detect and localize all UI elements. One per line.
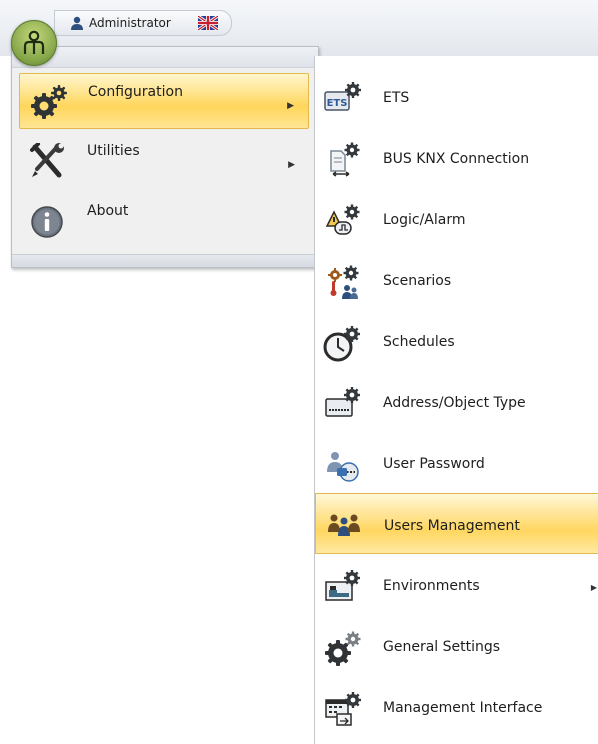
gears-icon <box>31 85 67 119</box>
submenu-item-bus-knx-connection[interactable]: BUS KNX Connection <box>315 127 598 188</box>
scenarios-icon <box>328 265 359 299</box>
main-menu-header <box>12 47 318 68</box>
menu-item-about[interactable]: About <box>19 193 309 249</box>
user-name: Administrator <box>89 16 171 30</box>
submenu-item-label: Schedules <box>383 334 455 350</box>
info-icon <box>31 206 63 238</box>
submenu-item-address-object-type[interactable]: Address/Object Type <box>315 371 598 432</box>
menu-item-configuration[interactable]: Configuration ▶ <box>19 73 309 129</box>
menu-item-label: Utilities <box>87 143 140 159</box>
submenu-item-label: BUS KNX Connection <box>383 151 530 167</box>
menu-item-label: Configuration <box>88 84 183 100</box>
submenu-item-label: General Settings <box>383 639 501 655</box>
submenu-arrow-icon: ▶ <box>288 160 295 170</box>
ets-icon: ETS <box>324 82 361 111</box>
management-interface-icon <box>325 692 361 726</box>
submenu-item-label: ETS <box>383 90 410 106</box>
address-object-icon <box>325 387 360 417</box>
user-icon <box>71 16 83 30</box>
submenu-item-label: User Password <box>383 456 485 472</box>
submenu-item-label: Scenarios <box>383 273 452 289</box>
tools-icon <box>30 143 64 178</box>
submenu-item-users-management[interactable]: Users Management <box>315 493 598 554</box>
submenu-item-scenarios[interactable]: Scenarios <box>315 249 598 310</box>
user-info[interactable]: Administrator <box>54 10 232 36</box>
submenu-arrow-icon: ▶ <box>590 583 597 592</box>
app-menu-button[interactable] <box>11 20 57 66</box>
schedules-icon <box>323 326 360 362</box>
submenu-item-management-interface[interactable]: Management Interface <box>315 676 598 737</box>
submenu-item-logic-alarm[interactable]: Logic/Alarm <box>315 188 598 249</box>
general-settings-icon <box>325 631 361 666</box>
submenu-item-general-settings[interactable]: General Settings <box>315 615 598 676</box>
logic-alarm-icon <box>325 204 360 235</box>
submenu-item-label: Management Interface <box>383 700 543 716</box>
submenu-item-ets[interactable]: ETS ETS <box>315 66 598 127</box>
menu-item-label: About <box>87 203 129 219</box>
users-management-icon <box>328 514 360 536</box>
submenu-item-label: Logic/Alarm <box>383 212 466 228</box>
menu-item-utilities[interactable]: Utilities ▶ <box>19 133 309 189</box>
main-menu-footer <box>12 254 318 267</box>
submenu-item-schedules[interactable]: Schedules <box>315 310 598 371</box>
main-menu: Configuration ▶ Utilities ▶ About <box>11 46 319 268</box>
submenu-item-label: Address/Object Type <box>383 395 526 411</box>
environments-icon <box>325 570 360 601</box>
user-password-icon <box>327 452 359 482</box>
submenu-item-environments[interactable]: Environments ▶ <box>315 554 598 615</box>
submenu-item-label: Environments <box>383 578 480 594</box>
configuration-submenu: ETS ETS BUS KNX Connection Logic/Alarm S… <box>314 56 598 744</box>
submenu-arrow-icon: ▶ <box>287 101 294 111</box>
submenu-item-user-password[interactable]: User Password <box>315 432 598 493</box>
app-menu-icon <box>23 30 45 54</box>
uk-flag-icon[interactable] <box>198 16 218 30</box>
bus-connection-icon <box>330 142 360 177</box>
submenu-item-label: Users Management <box>384 518 520 534</box>
svg-text:ETS: ETS <box>327 98 348 109</box>
